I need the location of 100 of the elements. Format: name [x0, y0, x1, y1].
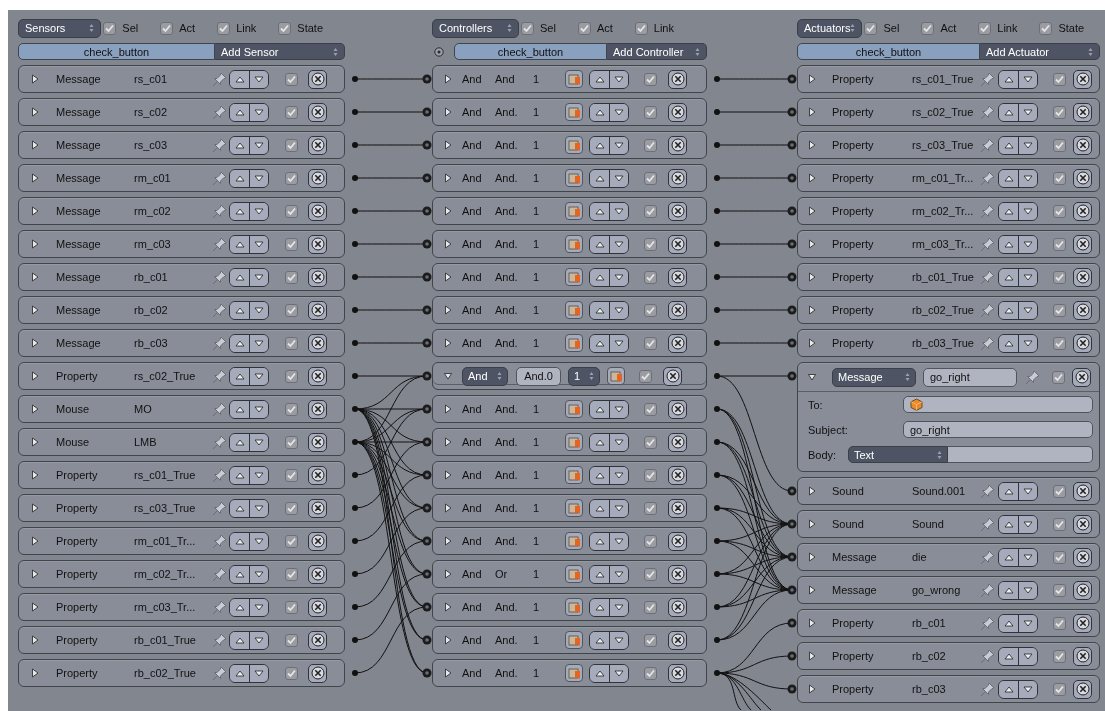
close-button[interactable]	[668, 69, 687, 89]
pin-icon[interactable]	[1025, 369, 1040, 385]
move-up-button[interactable]	[590, 433, 609, 451]
move-up-button[interactable]	[590, 103, 609, 121]
pin-icon[interactable]	[212, 302, 227, 318]
move-up-button[interactable]	[999, 614, 1018, 632]
disclosure-triangle-icon[interactable]	[31, 107, 39, 117]
disclosure-triangle-icon[interactable]	[808, 173, 816, 183]
active-checkbox[interactable]	[644, 171, 657, 185]
close-button[interactable]	[668, 564, 687, 584]
object-button[interactable]: check_button	[18, 43, 215, 60]
close-button[interactable]	[668, 201, 687, 221]
close-button[interactable]	[308, 102, 327, 122]
disclosure-triangle-icon[interactable]	[808, 272, 816, 282]
filter-checkbox[interactable]	[160, 21, 174, 35]
move-up-button[interactable]	[999, 647, 1018, 665]
close-button[interactable]	[1073, 514, 1092, 534]
close-button[interactable]	[663, 366, 682, 386]
body-field[interactable]	[948, 446, 1093, 463]
close-button[interactable]	[308, 69, 327, 89]
filter-checkbox[interactable]	[103, 21, 117, 35]
move-down-button[interactable]	[609, 532, 628, 550]
disclosure-triangle-icon[interactable]	[31, 503, 39, 513]
active-checkbox[interactable]	[644, 105, 657, 119]
disclosure-triangle-icon[interactable]	[444, 371, 452, 381]
move-down-button[interactable]	[1018, 103, 1037, 121]
close-button[interactable]	[668, 333, 687, 353]
move-down-button[interactable]	[609, 169, 628, 187]
move-up-button[interactable]	[230, 235, 249, 253]
pin-icon[interactable]	[980, 615, 995, 631]
move-down-button[interactable]	[249, 202, 268, 220]
disclosure-triangle-icon[interactable]	[808, 338, 816, 348]
active-checkbox[interactable]	[644, 534, 657, 548]
move-down-button[interactable]	[249, 565, 268, 583]
bookmark-icon[interactable]	[565, 664, 583, 682]
move-up-button[interactable]	[999, 103, 1018, 121]
disclosure-triangle-icon[interactable]	[808, 684, 816, 694]
close-button[interactable]	[1073, 69, 1092, 89]
disclosure-triangle-icon[interactable]	[444, 635, 452, 645]
active-checkbox[interactable]	[1053, 237, 1066, 251]
move-down-button[interactable]	[609, 400, 628, 418]
move-down-button[interactable]	[609, 334, 628, 352]
disclosure-triangle-icon[interactable]	[808, 486, 816, 496]
pin-icon[interactable]	[980, 582, 995, 598]
disclosure-triangle-icon[interactable]	[444, 602, 452, 612]
move-up-button[interactable]	[999, 136, 1018, 154]
disclosure-triangle-icon[interactable]	[444, 536, 452, 546]
filter-checkbox[interactable]	[1039, 21, 1053, 35]
close-button[interactable]	[668, 300, 687, 320]
disclosure-triangle-icon[interactable]	[444, 668, 452, 678]
bookmark-icon[interactable]	[565, 136, 583, 154]
move-down-button[interactable]	[249, 367, 268, 385]
move-down-button[interactable]	[1018, 334, 1037, 352]
move-up-button[interactable]	[230, 400, 249, 418]
move-up-button[interactable]	[230, 433, 249, 451]
bookmark-icon[interactable]	[565, 301, 583, 319]
close-button[interactable]	[668, 630, 687, 650]
bookmark-icon[interactable]	[565, 334, 583, 352]
close-button[interactable]	[1073, 679, 1092, 699]
move-up-button[interactable]	[999, 548, 1018, 566]
active-checkbox[interactable]	[644, 600, 657, 614]
filter-checkbox[interactable]	[634, 21, 648, 35]
close-button[interactable]	[308, 366, 327, 386]
move-down-button[interactable]	[609, 268, 628, 286]
move-down-button[interactable]	[1018, 202, 1037, 220]
close-button[interactable]	[1073, 201, 1092, 221]
close-button[interactable]	[308, 498, 327, 518]
active-checkbox[interactable]	[285, 402, 298, 416]
bookmark-icon[interactable]	[565, 400, 583, 418]
state-dropdown[interactable]: 1	[568, 366, 600, 386]
filter-checkbox[interactable]	[521, 21, 534, 35]
move-up-button[interactable]	[230, 268, 249, 286]
active-checkbox[interactable]	[285, 369, 298, 383]
object-button[interactable]: check_button	[454, 43, 607, 60]
pin-icon[interactable]	[212, 665, 227, 681]
add-menu[interactable]: Add Sensor	[215, 43, 345, 60]
active-checkbox[interactable]	[285, 666, 298, 680]
active-checkbox[interactable]	[285, 567, 298, 581]
close-button[interactable]	[308, 531, 327, 551]
active-checkbox[interactable]	[285, 303, 298, 317]
add-menu[interactable]: Add Controller	[607, 43, 707, 60]
close-button[interactable]	[308, 630, 327, 650]
move-up-button[interactable]	[230, 136, 249, 154]
active-checkbox[interactable]	[1053, 171, 1066, 185]
close-button[interactable]	[308, 300, 327, 320]
move-down-button[interactable]	[249, 136, 268, 154]
pin-icon[interactable]	[980, 236, 995, 252]
pin-icon[interactable]	[212, 533, 227, 549]
move-up-button[interactable]	[999, 581, 1018, 599]
bookmark-icon[interactable]	[565, 268, 583, 286]
move-up-button[interactable]	[590, 334, 609, 352]
active-checkbox[interactable]	[285, 600, 298, 614]
bookmark-icon[interactable]	[565, 103, 583, 121]
active-checkbox[interactable]	[644, 435, 657, 449]
disclosure-triangle-icon[interactable]	[31, 239, 39, 249]
move-down-button[interactable]	[1018, 136, 1037, 154]
move-up-button[interactable]	[230, 631, 249, 649]
close-button[interactable]	[668, 597, 687, 617]
close-button[interactable]	[1073, 613, 1092, 633]
disclosure-triangle-icon[interactable]	[31, 74, 39, 84]
